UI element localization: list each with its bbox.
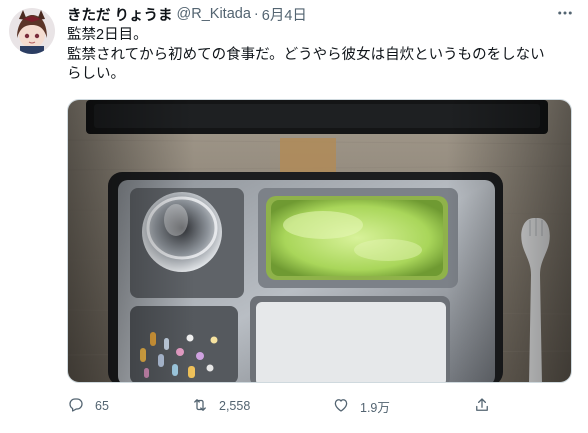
share-icon [473, 396, 491, 417]
tweet-text-line: らしい。 [67, 66, 125, 82]
tweet-text-line: 監禁されてから初めての食事だ。どうやら彼女は自炊というものをしない [67, 46, 545, 63]
reply-count: 65 [95, 399, 109, 413]
retweet-button[interactable]: 2,558 [191, 395, 250, 417]
tweet-header: きただ りょうま @R_Kitada · 6月4日 [67, 4, 307, 24]
tweet-photo[interactable] [67, 99, 572, 383]
like-count: 1.9万 [360, 400, 390, 415]
meal-tray-illustration [68, 100, 571, 382]
retweet-count: 2,558 [219, 399, 251, 413]
more-icon [556, 4, 574, 27]
display-name[interactable]: きただ りょうま [67, 4, 173, 25]
tweet-actions: 65 2,558 1.9万 [67, 395, 507, 417]
reply-icon [67, 396, 85, 417]
share-button[interactable] [473, 395, 491, 417]
retweet-icon [191, 396, 209, 417]
tweet-date[interactable]: 6月4日 [262, 4, 307, 25]
reply-button[interactable]: 65 [67, 395, 109, 417]
more-button[interactable] [552, 4, 578, 26]
tweet-text-line: 監禁2日目。 [67, 27, 148, 43]
avatar[interactable] [9, 8, 55, 54]
like-icon [332, 396, 350, 417]
tweet-text: 監禁2日目。 監禁されてから初めての食事だ。どうやら彼女は自炊というものをしない… [67, 26, 572, 85]
like-button[interactable]: 1.9万 [332, 395, 390, 417]
tweet: きただ りょうま @R_Kitada · 6月4日 監禁2日目。 監禁されてから… [0, 0, 588, 433]
user-handle[interactable]: @R_Kitada [177, 6, 251, 22]
separator-dot: · [253, 6, 259, 22]
